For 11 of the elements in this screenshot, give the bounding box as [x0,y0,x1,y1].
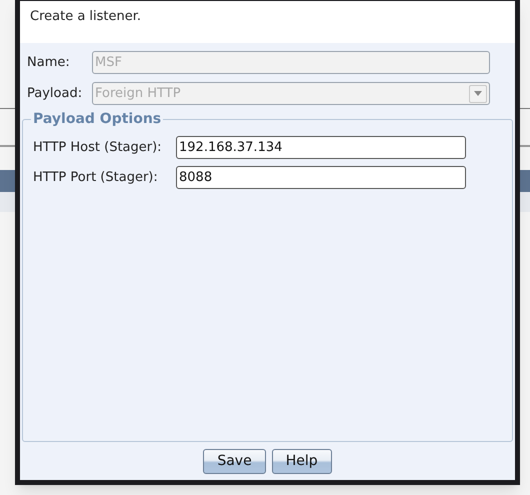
dialog-button[interactable]: Help [272,449,332,474]
input-field[interactable]: 8088 [176,166,466,189]
field-label: Name: [27,54,71,72]
field-label: HTTP Port (Stager): [33,168,159,187]
field-label: HTTP Host (Stager): [33,138,163,157]
caret-icon [469,84,487,102]
field-label: Payload: [27,84,84,103]
dialog-button[interactable]: Save [203,449,266,474]
group-title: Payload Options [32,110,162,129]
dialog-description: Create a listener. [30,9,142,24]
input-field[interactable]: 192.168.37.134 [176,136,466,159]
